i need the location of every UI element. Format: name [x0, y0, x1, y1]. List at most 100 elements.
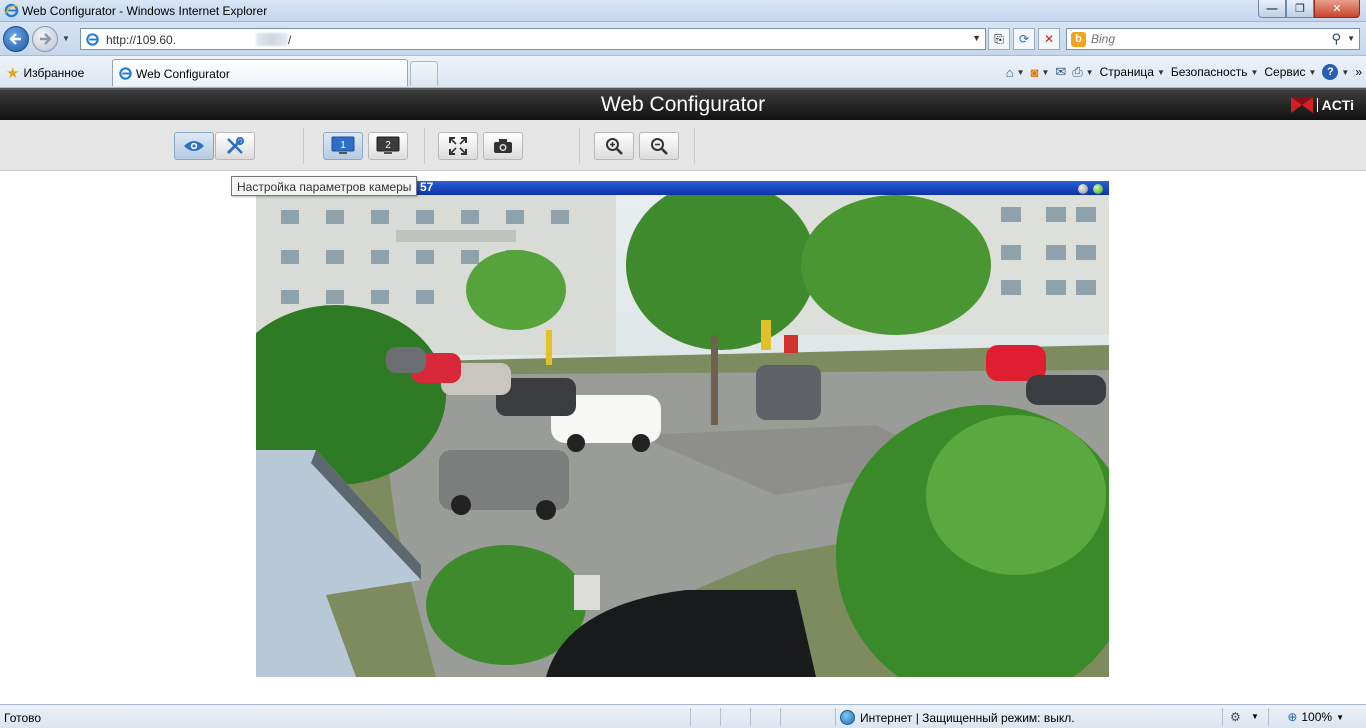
status-divider	[780, 708, 781, 726]
security-zone-text: Интернет | Защищенный режим: выкл.	[860, 710, 1075, 725]
favorites-button[interactable]: ★ Избранное	[6, 64, 84, 82]
status-divider	[1222, 708, 1223, 726]
camera-scene-image	[256, 195, 1109, 677]
help-menu-arrow-icon[interactable]: ▼	[1341, 68, 1349, 77]
snapshot-button[interactable]	[483, 132, 523, 160]
tab-web-configurator[interactable]: Web Configurator	[112, 59, 408, 86]
zoom-dropdown-icon[interactable]: ▼	[1336, 713, 1344, 722]
help-icon[interactable]: ?	[1322, 64, 1339, 80]
monitor-2-icon: 2	[376, 136, 400, 154]
back-button[interactable]	[3, 26, 29, 52]
home-dropdown-icon[interactable]: ▼	[1017, 68, 1025, 77]
zoom-control[interactable]: ⊕ 100% ▼	[1287, 710, 1344, 724]
restore-button[interactable]: ❐	[1286, 0, 1314, 18]
video-timestamp: 57	[420, 180, 434, 194]
toolbar-divider	[579, 128, 580, 164]
navigation-bar: ▼ http://109.60. / ▼ ⎘ ⟳ ✕ b ⚲ ▼	[0, 22, 1366, 56]
wrench-icon	[226, 137, 244, 155]
page-menu-arrow-icon: ▼	[1156, 67, 1165, 77]
recent-pages-dropdown[interactable]: ▼	[62, 34, 70, 43]
window-controls: — ❐ ✕	[1258, 0, 1360, 20]
zoom-out-button[interactable]	[639, 132, 679, 160]
status-divider	[1268, 708, 1269, 726]
eye-icon	[184, 141, 204, 151]
new-tab-button[interactable]	[410, 61, 438, 86]
status-divider	[835, 708, 836, 726]
window-titlebar: Web Configurator - Windows Internet Expl…	[0, 0, 1366, 22]
forward-button[interactable]	[32, 26, 58, 52]
zoom-in-button[interactable]	[594, 132, 634, 160]
tab-title: Web Configurator	[136, 67, 230, 81]
status-text: Готово	[4, 711, 42, 725]
channel-2-label: 2	[385, 140, 391, 151]
tools-menu-arrow-icon: ▼	[1308, 67, 1317, 77]
video-status-icon[interactable]	[1093, 184, 1103, 194]
status-divider	[720, 708, 721, 726]
search-input[interactable]	[1091, 31, 1321, 47]
toolbar-divider	[694, 128, 695, 164]
globe-icon	[840, 710, 855, 725]
monitor-1-icon: 1	[331, 136, 355, 154]
command-bar: ⌂ ▼ ◙ ▼ ✉ ⎙ ▼ Страница ▼ Безопасность ▼ Серви…	[1006, 64, 1362, 80]
fullscreen-button[interactable]	[438, 132, 478, 160]
print-dropdown-icon[interactable]: ▼	[1086, 68, 1094, 77]
address-dropdown-icon[interactable]: ▼	[972, 33, 981, 43]
toolbar-divider	[303, 128, 304, 164]
close-window-button[interactable]: ✕	[1314, 0, 1360, 18]
fullscreen-icon	[449, 137, 467, 155]
safety-menu-arrow-icon: ▼	[1250, 67, 1259, 77]
security-zone[interactable]: Интернет | Защищенный режим: выкл.	[840, 710, 1075, 725]
video-minimize-icon[interactable]	[1078, 184, 1088, 194]
channel-2-button[interactable]: 2	[368, 132, 408, 160]
camera-toolbar: 1 2	[0, 120, 1366, 171]
status-divider	[690, 708, 691, 726]
rss-feed-icon[interactable]: ◙	[1031, 65, 1039, 80]
safety-menu[interactable]: Безопасность	[1171, 65, 1248, 79]
channel-1-button[interactable]: 1	[323, 132, 363, 160]
status-bar: Готово Интернет | Защищенный режим: выкл…	[0, 704, 1366, 728]
url-text: http://109.60.	[106, 33, 177, 47]
arrow-right-icon	[40, 33, 52, 45]
refresh-button[interactable]: ⟳	[1013, 28, 1035, 50]
live-view-button[interactable]	[174, 132, 214, 160]
redacted-url-part	[256, 33, 288, 46]
status-divider	[750, 708, 751, 726]
search-box[interactable]: b ⚲ ▼	[1066, 28, 1360, 50]
channel-1-label: 1	[340, 140, 346, 151]
zoom-out-icon	[651, 138, 668, 155]
more-commands-icon[interactable]: »	[1355, 65, 1362, 79]
protected-mode-dropdown-icon[interactable]: ▼	[1251, 712, 1259, 721]
setup-button[interactable]	[215, 132, 255, 160]
url-text-end: /	[288, 33, 292, 47]
print-icon[interactable]: ⎙	[1072, 64, 1082, 80]
feeds-dropdown-icon[interactable]: ▼	[1041, 68, 1049, 77]
acti-logo-mark-icon	[1290, 97, 1313, 113]
acti-logo: ACTi	[1290, 97, 1354, 113]
arrow-left-icon	[9, 33, 21, 45]
mail-icon[interactable]: ✉	[1055, 64, 1066, 80]
camera-video-stream[interactable]	[256, 195, 1109, 677]
search-options-dropdown[interactable]: ▼	[1347, 34, 1355, 43]
logo-divider	[1316, 98, 1318, 112]
camera-icon	[494, 139, 512, 153]
acti-logo-text: ACTi	[1321, 97, 1354, 113]
page-menu[interactable]: Страница	[1100, 65, 1154, 79]
minimize-button[interactable]: —	[1258, 0, 1286, 18]
ie-page-icon	[119, 67, 132, 80]
zoom-icon: ⊕	[1287, 710, 1298, 724]
protected-mode-icon[interactable]: ⚙	[1230, 710, 1241, 724]
ie-page-icon	[86, 33, 99, 46]
tools-menu[interactable]: Сервис	[1264, 65, 1305, 79]
search-icon[interactable]: ⚲	[1331, 31, 1341, 47]
favorites-bar: ★ Избранное Web Configurator ⌂ ▼ ◙ ▼ ✉ ⎙ ▼ …	[0, 56, 1366, 88]
toolbar-divider	[424, 128, 425, 164]
favorites-label: Избранное	[23, 66, 85, 80]
compatibility-view-button[interactable]: ⎘	[988, 28, 1010, 50]
address-bar[interactable]: http://109.60. / ▼	[80, 28, 986, 50]
ie-icon	[4, 3, 19, 18]
page-title: Web Configurator	[600, 93, 766, 116]
home-icon[interactable]: ⌂	[1006, 65, 1014, 80]
stop-button[interactable]: ✕	[1038, 28, 1060, 50]
star-icon: ★	[6, 65, 20, 82]
window-title: Web Configurator - Windows Internet Expl…	[22, 4, 268, 18]
